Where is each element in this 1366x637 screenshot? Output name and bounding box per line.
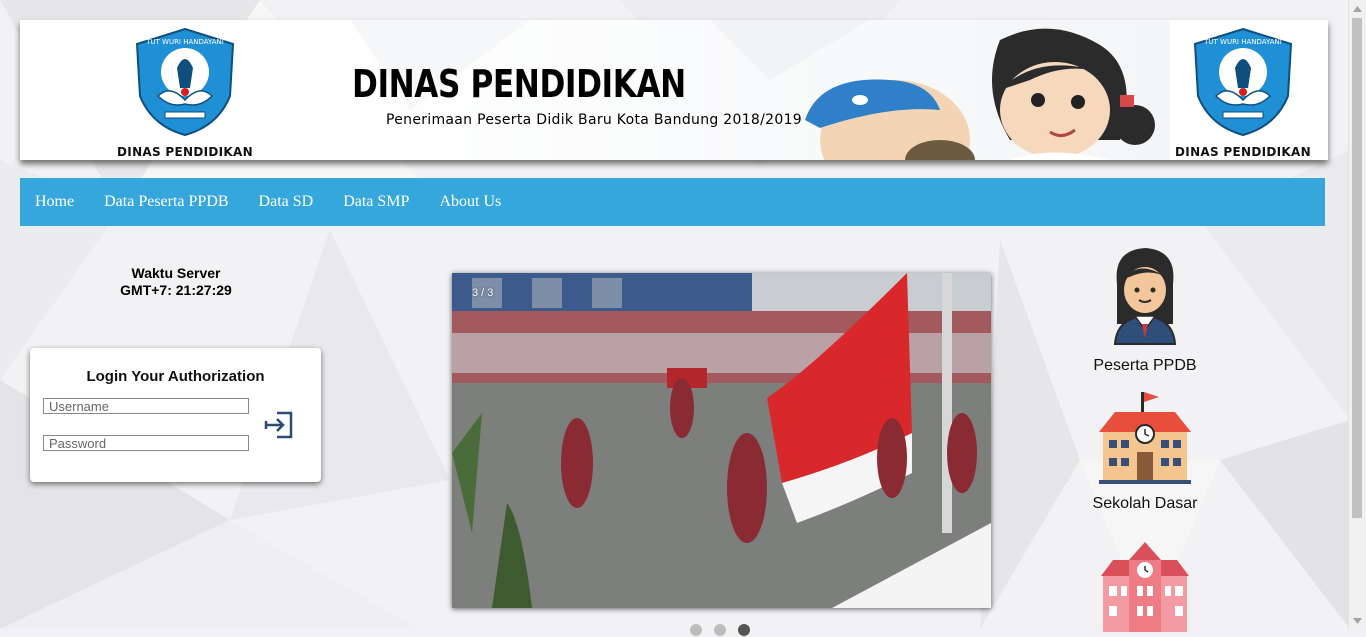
nav-data-sd[interactable]: Data SD	[244, 178, 329, 226]
main-navbar: Home Data Peserta PPDB Data SD Data SMP …	[20, 178, 1325, 226]
side-menu-peserta-ppdb[interactable]: Peserta PPDB	[1080, 244, 1210, 375]
login-panel: Login Your Authorization	[30, 348, 321, 482]
scrollbar-thumb[interactable]	[1352, 18, 1362, 518]
side-label-peserta-ppdb[interactable]: Peserta PPDB	[1080, 357, 1210, 375]
carousel-dot-active[interactable]	[738, 624, 750, 636]
server-time-label: Waktu Server	[131, 265, 221, 281]
side-menu-school-2[interactable]	[1080, 540, 1210, 637]
login-submit-button[interactable]	[262, 408, 296, 442]
page-title: DINAS PENDIDIKAN	[352, 62, 686, 106]
logo-left: TUT WURI HANDAYANI DINAS PENDIDIKAN	[110, 26, 260, 159]
server-time: Waktu Server GMT+7: 21:27:29	[60, 265, 292, 299]
slide-counter: 3 / 3	[472, 287, 494, 299]
scroll-up-arrow-icon[interactable]	[1349, 0, 1366, 17]
logo-caption: DINAS PENDIDIKAN	[117, 145, 253, 159]
nav-about-us[interactable]: About Us	[424, 178, 516, 226]
school-building-pink-icon	[1101, 542, 1189, 632]
login-arrow-icon	[264, 411, 293, 439]
svg-text:TUT WURI HANDAYANI: TUT WURI HANDAYANI	[145, 38, 224, 46]
server-time-value: GMT+7: 21:27:29	[120, 282, 232, 298]
tut-wuri-handayani-logo: TUT WURI HANDAYANI	[1193, 27, 1293, 137]
nav-data-smp[interactable]: Data SMP	[328, 178, 424, 226]
image-carousel[interactable]: 3 / 3	[452, 273, 991, 608]
svg-text:TUT WURI HANDAYANI: TUT WURI HANDAYANI	[1203, 38, 1282, 46]
carousel-indicators	[690, 624, 750, 636]
login-title: Login Your Authorization	[86, 368, 265, 385]
username-input[interactable]	[43, 398, 249, 414]
tut-wuri-handayani-logo: TUT WURI HANDAYANI	[135, 27, 235, 137]
nav-home[interactable]: Home	[20, 178, 89, 226]
nav-data-peserta-ppdb[interactable]: Data Peserta PPDB	[89, 178, 243, 226]
logo-right: TUT WURI HANDAYANI DINAS PENDIDIKAN	[1168, 26, 1318, 159]
logo-caption: DINAS PENDIDIKAN	[1175, 145, 1311, 159]
password-input[interactable]	[43, 435, 249, 451]
scroll-down-arrow-icon[interactable]	[1349, 612, 1366, 629]
carousel-dot[interactable]	[714, 624, 726, 636]
vertical-scrollbar[interactable]	[1348, 0, 1366, 629]
school-building-icon	[1099, 392, 1191, 484]
student-icon	[1113, 248, 1177, 345]
carousel-slide-photo	[452, 273, 991, 608]
side-label-sekolah-dasar[interactable]: Sekolah Dasar	[1080, 495, 1210, 513]
page-subtitle: Penerimaan Peserta Didik Baru Kota Bandu…	[386, 112, 802, 128]
side-menu-sekolah-dasar[interactable]: Sekolah Dasar	[1080, 390, 1210, 513]
carousel-dot[interactable]	[690, 624, 702, 636]
site-header: TUT WURI HANDAYANI DINAS PENDIDIKAN DINA…	[20, 20, 1328, 160]
